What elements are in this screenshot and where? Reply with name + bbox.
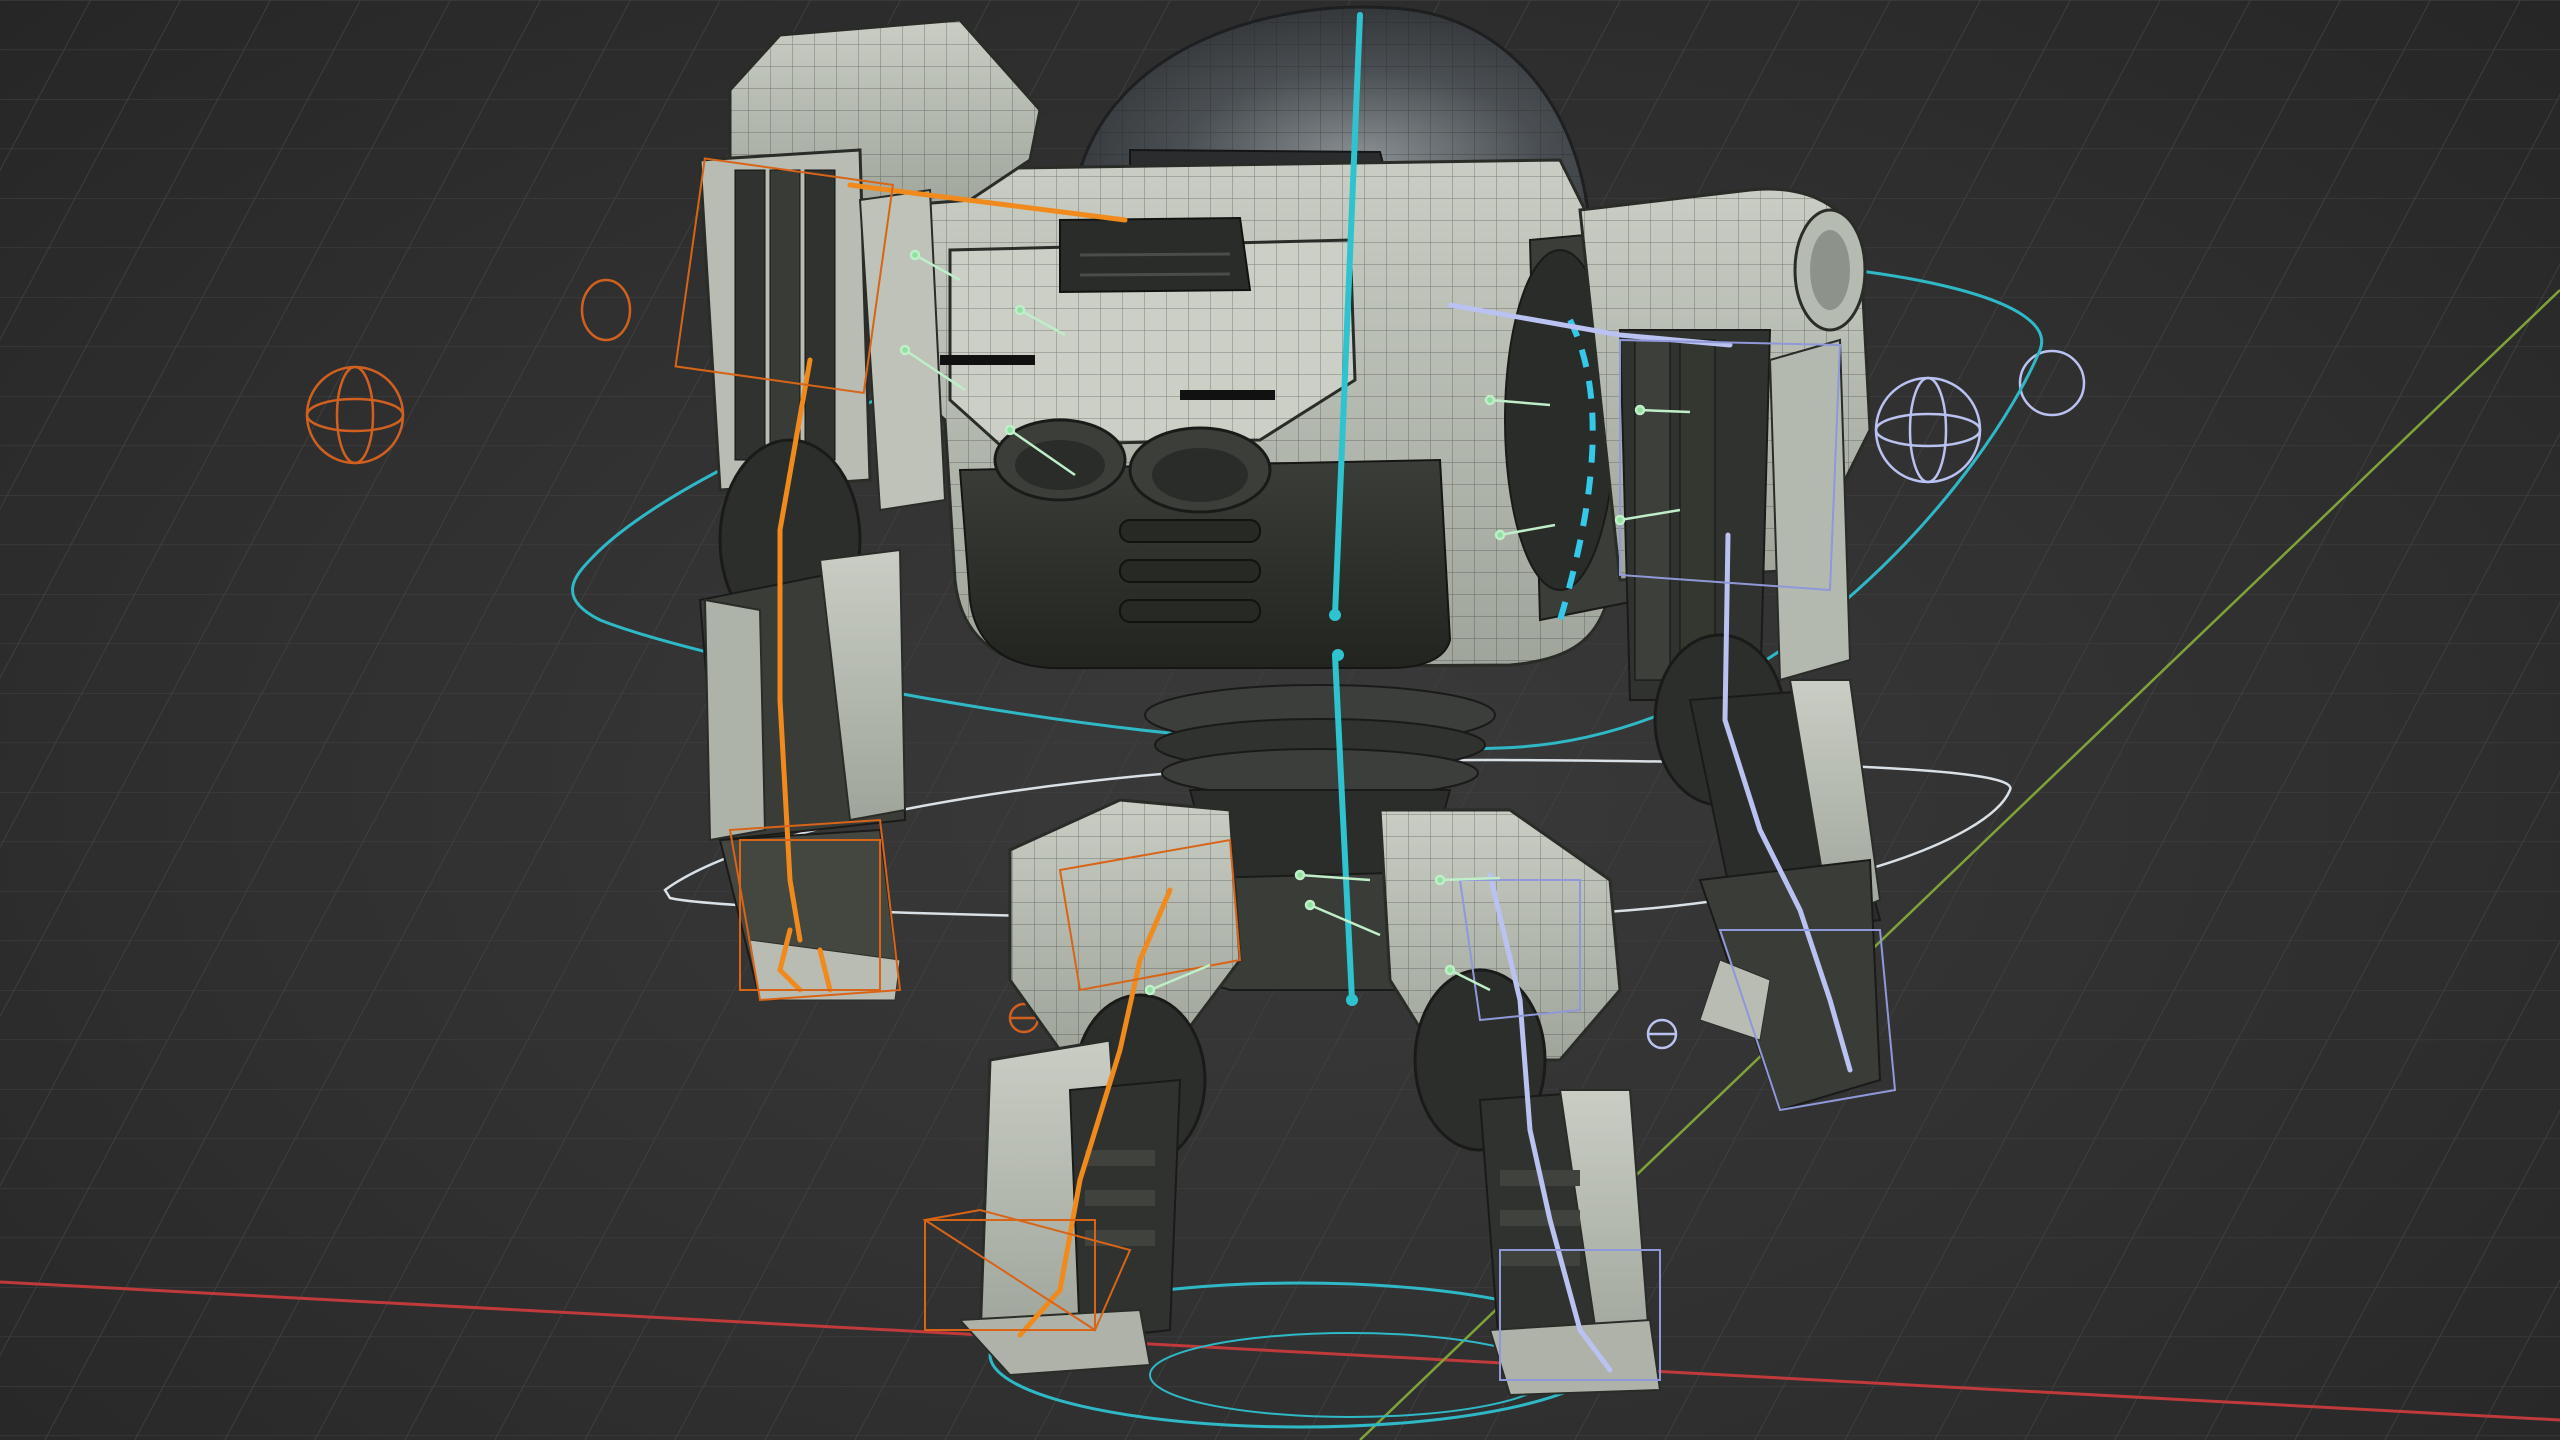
scene-canvas[interactable]	[0, 0, 2560, 1440]
left-eye-slot	[940, 355, 1035, 365]
3d-viewport[interactable]	[0, 0, 2560, 1440]
chest-vents	[1119, 519, 1261, 623]
right-eye-slot	[1180, 390, 1275, 400]
